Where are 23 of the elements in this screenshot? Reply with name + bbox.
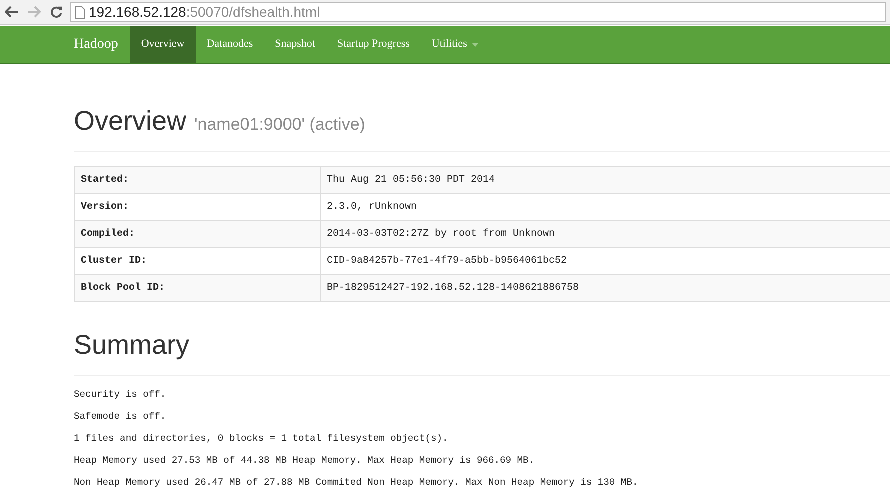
nav-tab[interactable]: Startup Progress [326,26,421,63]
table-cell: Started: [74,166,320,194]
nav-tab[interactable]: Datanodes [196,26,264,63]
table-cell: 2014-03-03T02:27Z by root from Unknown [320,220,890,248]
nav-tab[interactable]: Overview [130,26,196,63]
brand-link[interactable]: Hadoop [62,26,130,63]
section-heading: Summary [74,332,191,359]
table-cell: Block Pool ID: [74,274,320,302]
table-cell: BP-1829512427-192.168.52.128-1408621886758 [320,274,890,302]
summary-line: Non Heap Memory used 26.47 MB of 27.88 MB Commited Non Heap Memory. Max Non Heap Memory is 130 MB. [74,478,640,488]
page-heading: Overview [74,108,187,135]
nav-tab[interactable]: Utilities [420,26,490,63]
address-field[interactable]: 192.168.52.128:50070/dfshealth.html [70,2,886,22]
nav-tab[interactable]: Snapshot [264,26,326,63]
summary-line: 1 files and directories, 0 blocks = 1 total filesystem object(s). [74,434,450,444]
page-icon [75,6,85,18]
caret-icon [472,42,480,46]
table-cell: Compiled: [74,220,320,248]
summary-line: Safemode is off. [74,412,168,422]
summary-line: Security is off. [74,390,168,400]
summary-line: Heap Memory used 27.53 MB of 44.38 MB Heap Memory. Max Heap Memory is 966.69 MB. [74,456,536,466]
heading-subtitle: 'name01:9000' (active) [194,116,366,133]
table-cell: Thu Aug 21 05:56:30 PDT 2014 [320,166,890,194]
